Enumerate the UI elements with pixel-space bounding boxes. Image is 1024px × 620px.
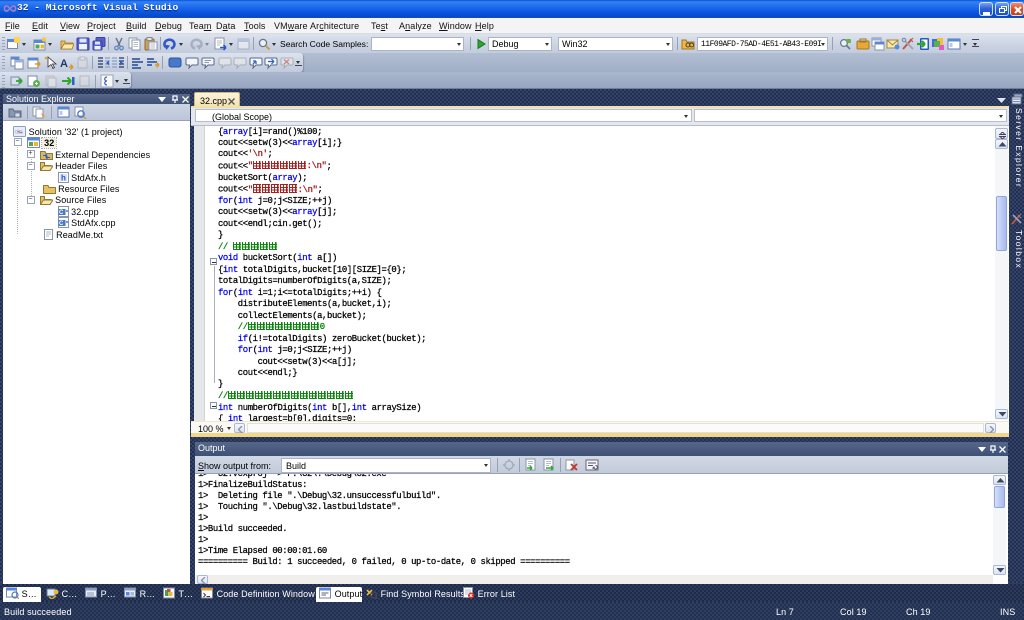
svg-text:C: C — [59, 221, 64, 227]
svg-text:C: C — [59, 210, 64, 216]
svg-text:h: h — [61, 173, 66, 182]
svg-text:A: A — [60, 58, 68, 70]
